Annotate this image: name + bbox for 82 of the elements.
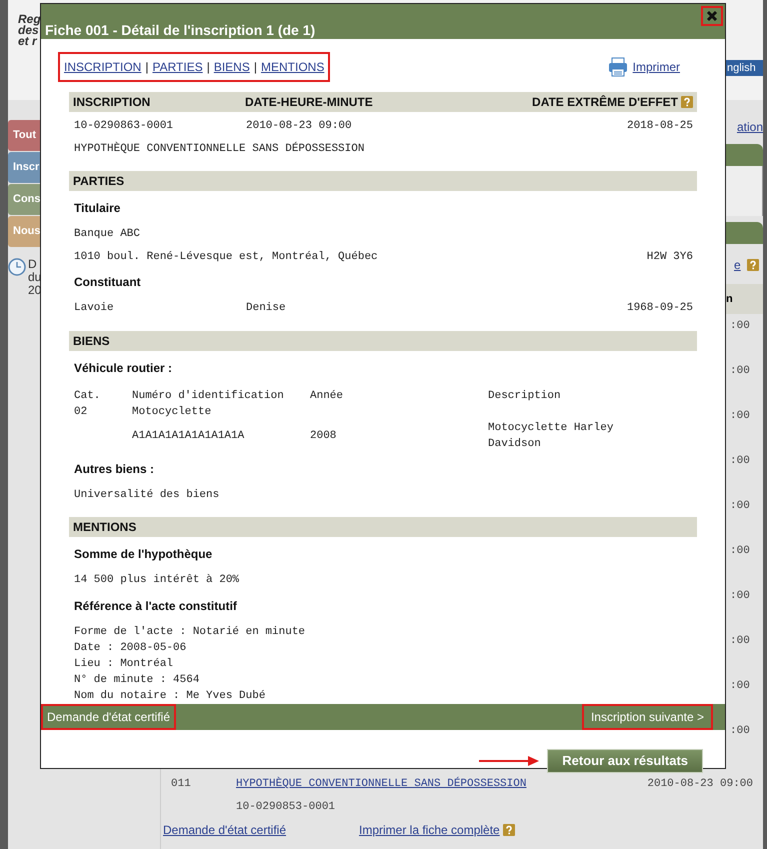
field-value: 2010-08-23 09:00: [246, 119, 353, 134]
time-text: :00: [729, 499, 750, 514]
table-heading: Description: [488, 388, 562, 404]
field-value: 14 500 plus intérêt à 20%: [74, 573, 240, 588]
header-text: des: [18, 25, 39, 36]
subheading: Véhicule routier :: [73, 360, 174, 376]
time-text: :00: [729, 724, 750, 739]
subheading: Autres biens :: [73, 460, 156, 476]
time-text: :00: [729, 544, 750, 559]
row-inscription-number: 10-0290853-0001: [235, 800, 336, 814]
section-link[interactable]: PARTIES: [152, 58, 203, 76]
close-button[interactable]: [701, 6, 723, 26]
time-text: :00: [729, 589, 750, 604]
side-tab[interactable]: Tout: [8, 120, 40, 151]
field-value: Denise: [246, 301, 287, 316]
field-value: Lavoie: [74, 301, 115, 316]
table-cell-text: 02: [74, 404, 88, 420]
close-icon: [706, 10, 718, 22]
time-text: :00: [729, 454, 750, 469]
time-text: :00: [729, 409, 750, 424]
language-link[interactable]: nglish: [726, 60, 763, 76]
link-text[interactable]: ation: [736, 118, 763, 136]
time-text: :00: [729, 679, 750, 694]
column-heading: INSCRIPTION: [73, 94, 152, 111]
separator-text: |: [145, 59, 148, 76]
field-value: HYPOTHÈQUE CONVENTIONNELLE SANS DÉPOSSESSION: [74, 140, 366, 156]
certificate-link[interactable]: Demande d'état certifié: [163, 821, 359, 839]
table-heading: Année: [310, 388, 344, 404]
field-value: 1968-09-25: [626, 301, 693, 316]
subheading: Référence à l'acte constitutif: [73, 598, 238, 614]
section-link[interactable]: BIENS: [214, 58, 250, 76]
subheading: Titulaire: [73, 200, 122, 216]
table-cell-text: 2008: [310, 428, 338, 444]
link-text[interactable]: e: [734, 256, 741, 274]
table-heading: Numéro d'identification: [132, 388, 285, 404]
time-text: :00: [729, 364, 750, 379]
table-cell-text: Motocyclette: [132, 404, 212, 420]
field-value: Banque ABC: [74, 227, 142, 242]
certificate-link[interactable]: Demande d'état certifié: [41, 704, 176, 730]
section-link[interactable]: MENTIONS: [260, 58, 324, 76]
help-icon: [502, 824, 515, 836]
subheading: Somme de l'hypothèque: [73, 546, 214, 562]
help-icon: [746, 259, 759, 271]
row-number: 011: [171, 777, 192, 792]
subheading: Constituant: [73, 274, 142, 290]
column-heading: DATE-HEURE-MINUTE: [245, 94, 374, 111]
time-text: :00: [729, 634, 750, 649]
header-text: et r: [18, 36, 38, 47]
field-value: Nom du notaire : Me Yves Dubé: [74, 688, 266, 704]
clock-icon: [8, 258, 26, 276]
inscription-link[interactable]: HYPOTHÈQUE CONVENTIONNELLE SANS DÉPOSSESSION: [236, 776, 648, 792]
field-value: Universalité des biens: [74, 488, 220, 502]
field-value: H2W 3Y6: [646, 250, 693, 264]
next-inscription-link[interactable]: Inscription suivante >: [582, 704, 713, 730]
back-to-results-button[interactable]: Retour aux résultats: [547, 748, 703, 772]
separator-text: |: [254, 59, 257, 76]
field-value: N° de minute : 4564: [74, 672, 200, 688]
table-heading: Cat.: [74, 388, 102, 404]
section-header: BIENS: [69, 330, 697, 350]
table-cell-text: A1A1A1A1A1A1A1A1A: [132, 428, 246, 444]
print-link[interactable]: Imprimer: [632, 58, 680, 76]
field-value: Lieu : Montréal: [74, 656, 174, 672]
field-value: 10-0290863-0001: [74, 119, 174, 134]
field-value: Forme de l'acte : Notarié en minute: [74, 624, 306, 640]
printer-icon: [608, 57, 628, 77]
window-title: Fiche 001 - Détail de l'inscription 1 (de 1): [44, 21, 316, 40]
section-header: PARTIES: [69, 171, 697, 191]
annotation-arrow: [479, 756, 540, 766]
separator-text: |: [206, 59, 210, 76]
header-text: Reg: [18, 14, 41, 25]
print-link[interactable]: Imprimer la fiche complète: [359, 821, 500, 839]
field-value: 1010 boul. René-Lévesque est, Montréal, Québec: [74, 250, 379, 264]
row-datetime: 2010-08-23 09:00: [647, 777, 753, 792]
side-text: D: [28, 258, 38, 271]
column-heading: DATE EXTRÊME D'EFFET: [532, 94, 678, 111]
table-cell-text: Motocyclette Harley Davidson: [488, 420, 614, 452]
section-link[interactable]: INSCRIPTION: [64, 58, 142, 76]
help-icon: [681, 96, 693, 108]
field-value: 2018-08-25: [626, 119, 693, 134]
section-header: MENTIONS: [69, 517, 697, 537]
field-value: Date : 2008-05-06: [74, 640, 188, 656]
time-text: :00: [729, 319, 750, 334]
